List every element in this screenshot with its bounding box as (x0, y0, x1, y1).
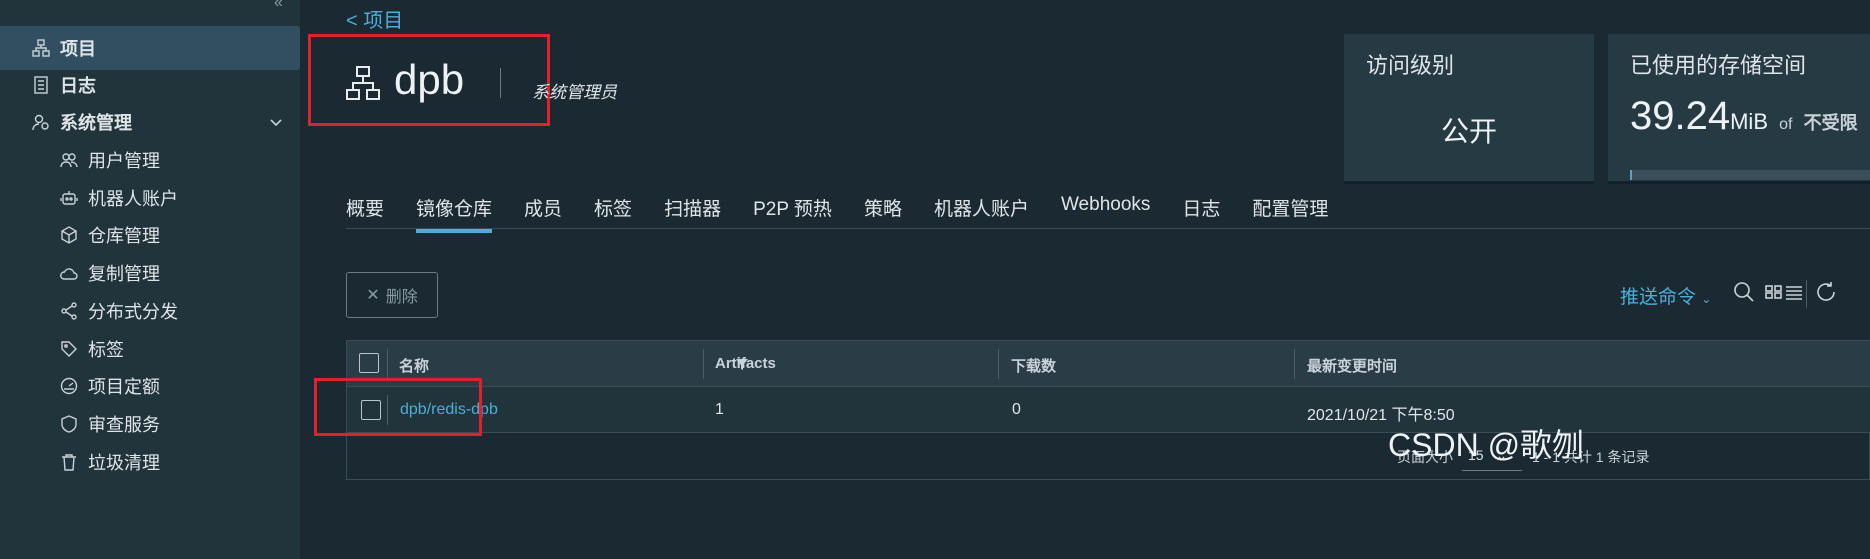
select-all-checkbox[interactable] (359, 353, 379, 373)
storage-limit: 不受限 (1803, 113, 1858, 133)
share-icon (58, 300, 80, 322)
cloud-icon (58, 262, 80, 284)
storage-progress-fill (1630, 170, 1633, 180)
repositories-table: 名称 Artifacts 下载数 最新变更时间 dpb/redis-dpb 1 … (346, 340, 1870, 480)
header-updated-time[interactable]: 最新变更时间 (1307, 355, 1397, 376)
storage-number: 39.24 (1630, 94, 1731, 138)
storage-card: 已使用的存储空间 39.24MiB of 不受限 (1608, 34, 1870, 184)
downloads-count: 0 (1012, 401, 1021, 418)
sidebar-item-label: 机器人账户 (88, 189, 178, 209)
header-name[interactable]: 名称 (399, 355, 429, 376)
storage-label: 已使用的存储空间 (1630, 53, 1807, 78)
grid-view-icon[interactable] (1764, 280, 1784, 309)
column-divider (703, 349, 704, 379)
refresh-icon[interactable] (1814, 280, 1838, 309)
log-icon (30, 74, 52, 96)
toolbar-divider (1806, 280, 1807, 308)
storage-unit: MiB (1730, 109, 1768, 134)
chevron-down-icon[interactable] (268, 114, 284, 135)
storage-progress-bar (1630, 170, 1870, 180)
sidebar-item-label: 项目 (60, 39, 96, 59)
access-level-card: 访问级别 公开 (1344, 34, 1594, 184)
close-icon: ✕ (366, 287, 380, 304)
project-icon (344, 64, 382, 107)
sidebar-item-label: 复制管理 (88, 264, 160, 284)
user-role: 系统管理员 (532, 83, 617, 102)
delete-label: 删除 (385, 289, 418, 306)
header-downloads[interactable]: 下载数 (1011, 355, 1056, 376)
push-command-label: 推送命令 (1620, 287, 1697, 308)
trash-icon (58, 451, 80, 473)
header-artifacts[interactable]: Artifacts (715, 355, 776, 372)
project-icon (30, 37, 52, 59)
sidebar-item-label: 项目定额 (88, 377, 160, 397)
column-divider (1294, 349, 1295, 379)
title-divider (500, 68, 501, 98)
delete-button[interactable]: ✕ 删除 (346, 272, 438, 318)
chevron-down-icon: ⌄ (1701, 292, 1712, 306)
tag-icon (58, 338, 80, 360)
search-icon[interactable] (1732, 280, 1756, 309)
users-icon (58, 149, 80, 171)
list-view-icon[interactable] (1784, 280, 1804, 309)
tabs-divider (346, 228, 1870, 229)
cube-icon (58, 224, 80, 246)
sidebar-item-label: 审查服务 (88, 415, 160, 435)
push-command-dropdown[interactable]: 推送命令 ⌄ (1620, 282, 1711, 309)
sidebar-item-label: 仓库管理 (88, 226, 160, 246)
shield-icon (58, 413, 80, 435)
sidebar-item-label: 垃圾清理 (88, 453, 160, 473)
main-content: < 项目 dpb 系统管理员 访问级别 公开 已使用的存储空间 39.24MiB… (300, 0, 1870, 559)
table-row: dpb/redis-dpb 1 0 2021/10/21 下午8:50 (347, 387, 1870, 433)
page-title: dpb (394, 56, 465, 103)
column-divider (387, 349, 388, 379)
artifacts-count: 1 (715, 401, 724, 418)
watermark: CSDN @歌刎 (1388, 427, 1585, 463)
sidebar-item-gc[interactable]: 垃圾清理 (0, 440, 300, 484)
access-level-value: 公开 (1440, 116, 1497, 147)
access-level-label: 访问级别 (1366, 53, 1455, 78)
storage-of: of (1779, 116, 1793, 133)
storage-value: 39.24MiB of 不受限 (1630, 94, 1858, 139)
back-to-projects-link[interactable]: < 项目 (346, 4, 403, 33)
collapse-sidebar-icon[interactable]: « (274, 0, 283, 12)
column-divider (998, 349, 999, 379)
highlight-box-repository (314, 378, 482, 436)
robot-icon (58, 187, 80, 209)
sidebar-item-label: 日志 (60, 76, 96, 96)
sidebar: « 项目 日志 系统管理 用户管理 机器人账户 仓库管理 复制管理 分布式分发 … (0, 0, 300, 559)
sidebar-item-label: 系统管理 (60, 113, 132, 133)
sidebar-item-label: 分布式分发 (88, 302, 178, 322)
gauge-icon (58, 375, 80, 397)
sidebar-item-label: 用户管理 (88, 151, 160, 171)
sidebar-item-label: 标签 (88, 340, 124, 360)
table-header: 名称 Artifacts 下载数 最新变更时间 (347, 341, 1870, 387)
admin-icon (30, 111, 52, 133)
